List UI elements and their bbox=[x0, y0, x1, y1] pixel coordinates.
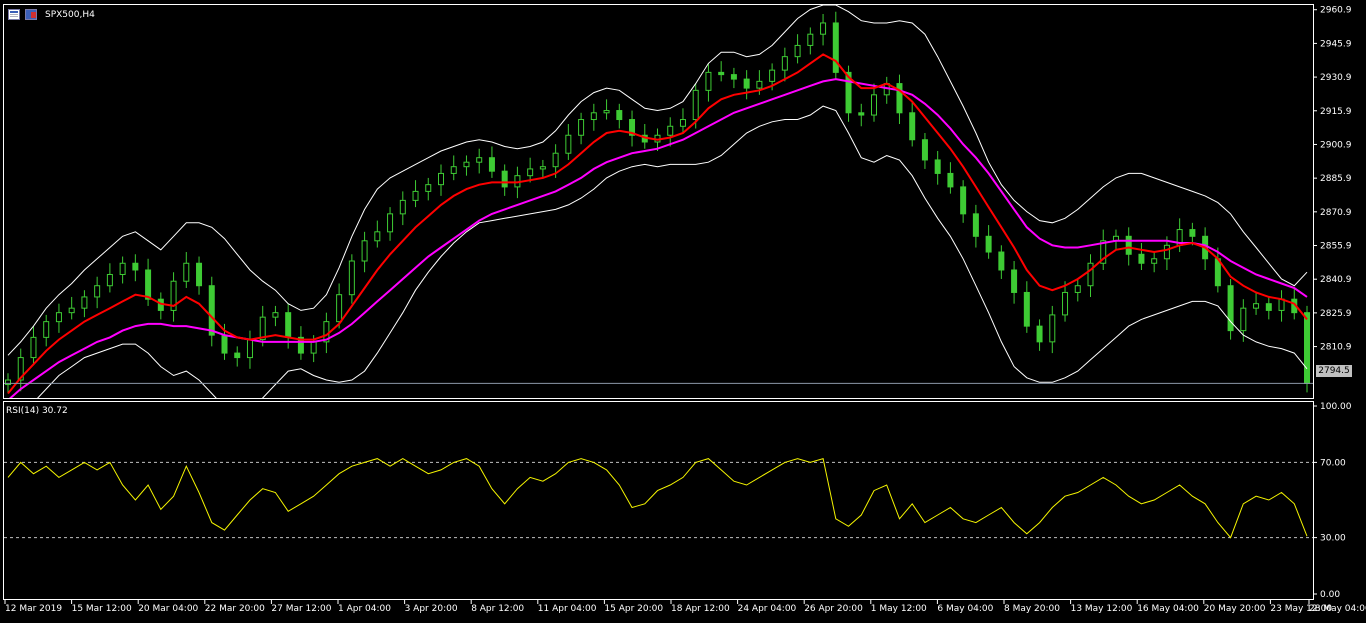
rsi-tick-label: 0.00 bbox=[1320, 590, 1340, 600]
symbol-timeframe-label: SPX500,H4 bbox=[45, 10, 95, 20]
time-tick-label: 13 May 12:00 bbox=[1071, 604, 1133, 614]
chart-window[interactable]: 2960.9 2945.9 2930.9 2915.9 2900.9 2885.9 2870… bbox=[0, 0, 1366, 623]
time-tick-label: 22 Mar 20:00 bbox=[205, 604, 265, 614]
time-tick-label: 12 Mar 2019 bbox=[5, 604, 62, 614]
time-tick-label: 24 Apr 04:00 bbox=[738, 604, 797, 614]
time-tick-label: 28 May 04:00 bbox=[1309, 604, 1366, 614]
price-tick-label: 2840.9 bbox=[1320, 275, 1352, 285]
price-tick-label: 2960.9 bbox=[1320, 6, 1352, 16]
time-tick-label: 27 Mar 12:00 bbox=[271, 604, 331, 614]
time-tick-label: 3 Apr 20:00 bbox=[405, 604, 458, 614]
time-tick-label: 1 May 12:00 bbox=[871, 604, 927, 614]
price-tick-label: 2945.9 bbox=[1320, 39, 1352, 49]
price-tick-label: 2810.9 bbox=[1320, 343, 1352, 353]
chart-background bbox=[0, 0, 1366, 623]
time-tick-label: 26 Apr 20:00 bbox=[804, 604, 863, 614]
chart-list-icon[interactable] bbox=[8, 9, 20, 20]
time-tick-label: 18 Apr 12:00 bbox=[671, 604, 730, 614]
price-tick-label: 2855.9 bbox=[1320, 242, 1352, 252]
rsi-tick-label: 100.00 bbox=[1320, 402, 1352, 412]
current-price-label: 2794.5 bbox=[1316, 365, 1352, 377]
time-tick-label: 6 May 04:00 bbox=[937, 604, 993, 614]
time-tick-label: 1 Apr 04:00 bbox=[338, 604, 391, 614]
time-tick-label: 15 Mar 12:00 bbox=[72, 604, 132, 614]
price-tick-label: 2870.9 bbox=[1320, 208, 1352, 218]
rsi-indicator-label: RSI(14) 30.72 bbox=[6, 406, 68, 416]
rsi-tick-label: 30.00 bbox=[1320, 534, 1346, 544]
time-tick-label: 20 Mar 04:00 bbox=[138, 604, 198, 614]
price-tick-label: 2825.9 bbox=[1320, 309, 1352, 319]
time-tick-label: 8 Apr 12:00 bbox=[471, 604, 524, 614]
price-tick-label: 2915.9 bbox=[1320, 107, 1352, 117]
price-tick-label: 2885.9 bbox=[1320, 174, 1352, 184]
rsi-tick-label: 70.00 bbox=[1320, 458, 1346, 468]
time-tick-label: 16 May 04:00 bbox=[1137, 604, 1199, 614]
price-tick-label: 2900.9 bbox=[1320, 140, 1352, 150]
price-tick-label: 2930.9 bbox=[1320, 73, 1352, 83]
time-tick-label: 15 Apr 20:00 bbox=[604, 604, 663, 614]
time-tick-label: 8 May 20:00 bbox=[1004, 604, 1060, 614]
candle bbox=[1227, 278, 1234, 340]
time-tick-label: 20 May 20:00 bbox=[1204, 604, 1266, 614]
time-tick-label: 11 Apr 04:00 bbox=[538, 604, 597, 614]
chart-props-icon[interactable] bbox=[25, 9, 37, 20]
